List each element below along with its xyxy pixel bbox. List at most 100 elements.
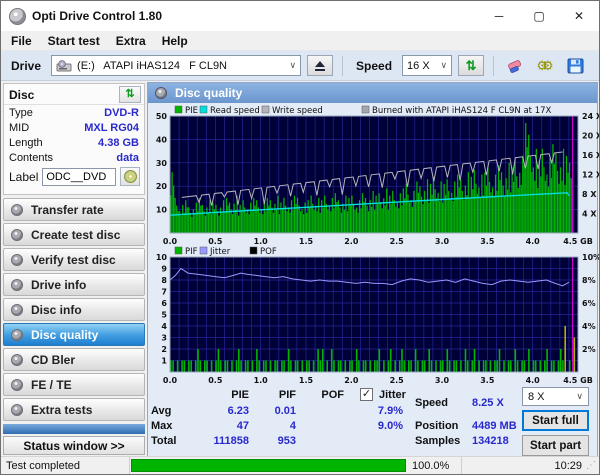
svg-text:10: 10 [156,253,168,262]
progress-bar [131,459,406,472]
resize-grip-icon: ⋰ [586,460,596,471]
start-full-button[interactable]: Start full [522,410,589,431]
svg-text:Read speed: Read speed [210,106,260,116]
svg-text:0.5: 0.5 [208,237,223,246]
menu-help[interactable]: Help [154,34,196,48]
elapsed-time: 10:29 ⋰ [554,459,596,472]
position-stat-value: 4489 MB [472,420,517,432]
disc-panel-title: Disc [9,87,35,102]
menu-start-test[interactable]: Start test [40,34,108,48]
settings-button[interactable]: ⚙⚙ [533,55,557,77]
title-bar: Opti Drive Control 1.80 ─ ▢ ✕ [1,1,599,31]
svg-text:5: 5 [161,311,167,320]
close-button[interactable]: ✕ [559,1,599,31]
disc-field-length: Length 4.38 GB [9,136,139,149]
page-title-bar: Disc quality [148,83,597,103]
col-header-pif: PIF [278,389,296,401]
svg-text:2.5: 2.5 [390,237,405,246]
svg-text:40: 40 [156,135,168,144]
sidebar-item-extra-tests[interactable]: Extra tests [3,398,145,421]
status-bar: Test completed 100.0% 10:29 ⋰ [1,456,599,474]
menu-file[interactable]: File [3,34,40,48]
svg-text:1.0: 1.0 [254,376,269,385]
svg-text:6%: 6% [582,299,596,308]
status-text: Test completed [6,459,80,472]
drive-label: Drive [11,58,42,73]
sidebar-item-fe-te[interactable]: FE / TE [3,373,145,396]
minimize-button[interactable]: ─ [479,1,519,31]
svg-text:12 X: 12 X [582,171,600,180]
toolbar-separator [342,55,344,76]
chevron-down-icon: ∨ [576,391,583,401]
sidebar-item-disc-quality[interactable]: Disc quality [3,323,145,346]
svg-text:1.5: 1.5 [299,237,314,246]
sidebar-item-transfer-rate[interactable]: Transfer rate [3,198,145,221]
row-label-total: Total [151,435,177,447]
status-window-button[interactable]: Status window >> [3,436,145,455]
svg-text:3.5: 3.5 [480,376,495,385]
speed-stat-label: Speed [415,397,449,409]
drive-toolbar: Drive (E:) ATAPI iHAS124 F CL9N ∨ Speed … [1,50,599,81]
total-pie: 111858 [213,435,250,447]
eject-icon [315,60,326,71]
svg-text:PIF: PIF [185,247,198,257]
speed-select[interactable]: 16 X ∨ [402,55,453,76]
disc-label-input[interactable] [42,167,117,186]
erase-disc-button[interactable] [503,55,527,77]
svg-text:2.0: 2.0 [344,376,359,385]
svg-text:1.0: 1.0 [254,237,269,246]
eject-button[interactable] [307,55,334,76]
app-window: Opti Drive Control 1.80 ─ ▢ ✕ File Start… [0,0,600,475]
sidebar-item-drive-info[interactable]: Drive info [3,273,145,296]
refresh-arrows-icon: ⇅ [465,58,477,73]
svg-text:Burned with ATAPI iHAS124 F: Burned with ATAPI iHAS124 F CL9N at 17X [372,106,552,116]
col-header-pie: PIE [231,389,249,401]
svg-text:POF: POF [260,247,277,257]
disc-icon [11,403,23,416]
drive-icon [56,59,72,71]
window-title: Opti Drive Control 1.80 [32,9,163,23]
svg-text:9: 9 [161,265,167,274]
svg-text:2.5: 2.5 [390,376,405,385]
disc-icon [11,353,23,366]
start-part-button[interactable]: Start part [522,435,589,456]
max-pif: 4 [289,420,296,432]
app-icon [9,7,26,25]
menu-extra[interactable]: Extra [108,34,154,48]
total-pif: 953 [277,435,296,447]
svg-text:4%: 4% [582,322,596,331]
progress-track [130,457,407,474]
svg-text:8%: 8% [582,276,596,285]
speed-stat-value: 8.25 X [472,397,504,409]
max-jitter: 9.0% [377,420,403,432]
jitter-checkbox[interactable]: ✓ [360,388,373,401]
drive-select[interactable]: (E:) ATAPI iHAS124 F CL9N ∨ [51,55,302,76]
save-button[interactable] [563,55,587,77]
sidebar-item-cd-bler[interactable]: CD Bler [3,348,145,371]
test-speed-select[interactable]: 8 X ∨ [522,387,589,406]
refresh-disc-button[interactable]: ⇅ [119,86,141,103]
menu-bar: File Start test Extra Help [1,31,599,50]
speed-value: 16 X [407,59,430,72]
toolbar-separator [493,55,495,76]
speed-label: Speed [356,58,393,73]
svg-text:2: 2 [161,345,167,354]
refresh-drive-button[interactable]: ⇅ [458,55,485,76]
position-stat-label: Position [415,420,459,432]
maximize-button[interactable]: ▢ [519,1,559,31]
sidebar-item-disc-info[interactable]: Disc info [3,298,145,321]
svg-text:3.0: 3.0 [435,237,450,246]
svg-text:0.5: 0.5 [208,376,223,385]
svg-text:10: 10 [156,206,168,215]
disc-icon [11,228,23,241]
gears-icon: ⚙⚙ [536,57,553,73]
cd-icon [123,170,137,183]
svg-text:16 X: 16 X [582,151,600,160]
sidebar-item-create-test-disc[interactable]: Create test disc [3,223,145,246]
svg-text:7: 7 [161,288,167,297]
sidebar-item-verify-test-disc[interactable]: Verify test disc [3,248,145,271]
progress-percent: 100.0% [412,459,450,472]
svg-text:4 X: 4 X [582,210,597,219]
write-label-button[interactable] [120,167,140,186]
disc-icon [11,378,23,391]
